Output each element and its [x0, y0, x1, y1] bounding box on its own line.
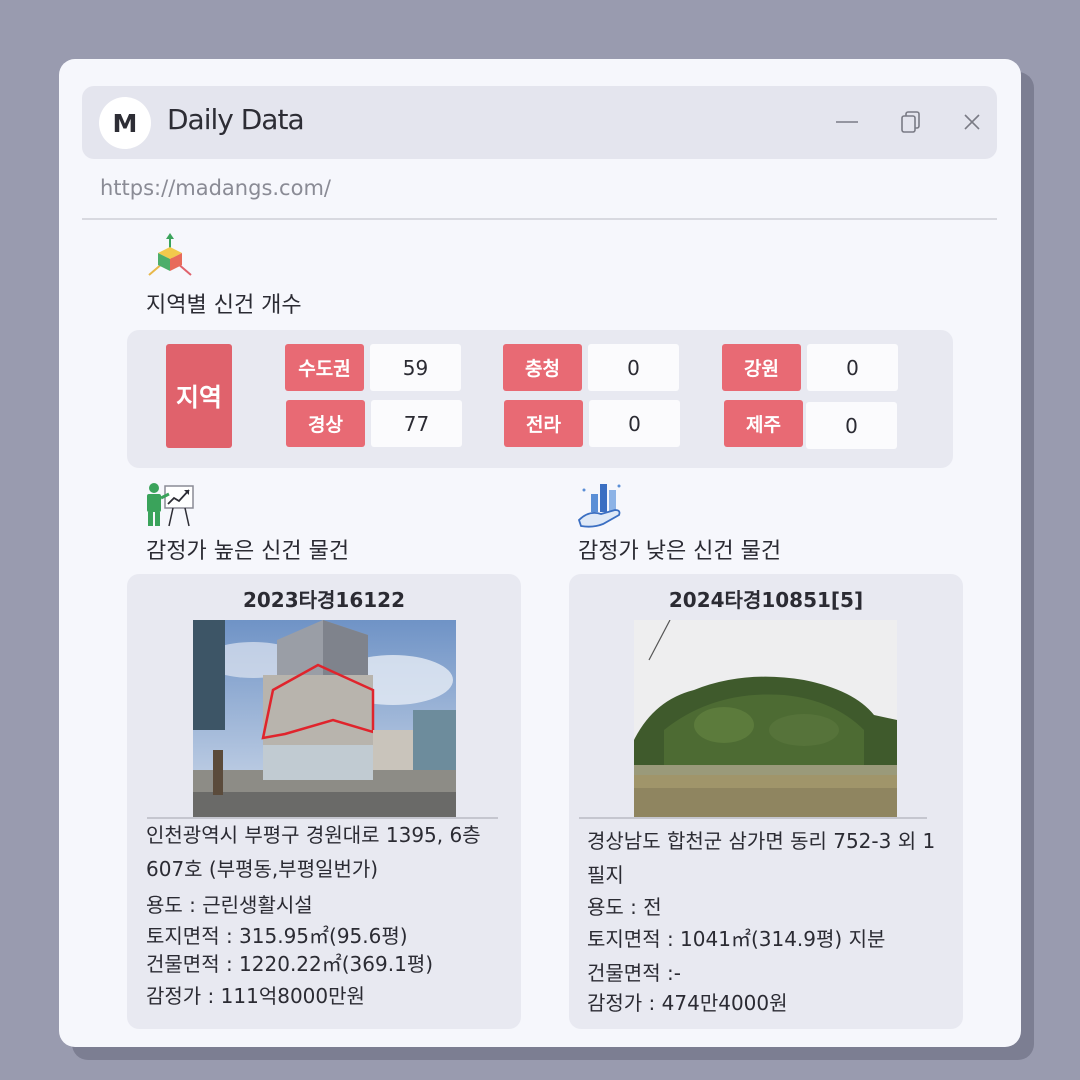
region-section-title: 지역별 신건 개수 [146, 293, 302, 318]
address-line-1: 인천광역시 부평구 경원대로 1395, 6층 [146, 823, 481, 847]
low-section-title: 감정가 낮은 신건 물건 [578, 539, 782, 564]
url-text[interactable]: https://madangs.com/ [100, 176, 331, 200]
high-appraisal-card[interactable]: 2023타경16122 인천광역시 부평구 경원대로 1395, 6층 607호… [127, 574, 521, 1029]
region-value-sudogwon: 59 [370, 344, 461, 391]
app-window: M Daily Data https://madangs.com/ 지역별 신건… [59, 59, 1021, 1047]
region-value-gangwon: 0 [807, 344, 898, 391]
building-area-text: 건물면적 : 1220.22㎡(369.1평) [146, 952, 434, 976]
appraisal-text: 감정가 : 111억8000만원 [146, 984, 365, 1008]
3d-axis-cube-icon [145, 233, 195, 285]
case-number[interactable]: 2023타경16122 [127, 584, 521, 613]
usage-text: 용도 : 전 [587, 895, 662, 919]
region-value-jeju: 0 [806, 402, 897, 449]
divider [579, 817, 927, 819]
title-bar: M Daily Data [82, 86, 997, 159]
region-value-chungcheong: 0 [588, 344, 679, 391]
copy-window-icon[interactable] [895, 106, 927, 138]
divider [82, 218, 997, 220]
region-label-jeolla: 전라 [504, 400, 583, 447]
property-photo [193, 620, 456, 818]
region-label-jeju: 제주 [724, 400, 803, 447]
property-photo [634, 620, 897, 818]
region-label-gangwon: 강원 [722, 344, 801, 391]
hand-bar-chart-icon [575, 480, 625, 532]
region-label-sudogwon: 수도권 [285, 344, 364, 391]
region-main-label: 지역 [166, 344, 232, 448]
building-area-text: 건물면적 :- [587, 961, 681, 985]
appraisal-text: 감정가 : 474만4000원 [587, 991, 788, 1015]
address-line-1: 경상남도 합천군 삼가면 동리 752-3 외 1 [587, 829, 936, 853]
region-value-jeolla: 0 [589, 400, 680, 447]
minimize-icon[interactable] [831, 106, 863, 138]
region-panel: 지역 수도권 59 충청 0 강원 0 경상 77 전라 0 제주 0 [127, 330, 953, 468]
close-icon[interactable] [956, 106, 988, 138]
high-section-title: 감정가 높은 신건 물건 [146, 539, 350, 564]
case-number[interactable]: 2024타경10851[5] [569, 584, 963, 613]
usage-text: 용도 : 근린생활시설 [146, 893, 313, 917]
region-label-chungcheong: 충청 [503, 344, 582, 391]
app-title: Daily Data [167, 103, 305, 136]
presenter-chart-icon [145, 480, 195, 532]
region-value-gyeongsang: 77 [371, 400, 462, 447]
address-line-2: 필지 [587, 863, 624, 887]
land-area-text: 토지면적 : 1041㎡(314.9평) 지분 [587, 927, 886, 951]
address-line-2: 607호 (부평동,부평일번가) [146, 857, 379, 881]
region-label-gyeongsang: 경상 [286, 400, 365, 447]
low-appraisal-card[interactable]: 2024타경10851[5] 경상남도 합천군 삼가면 동리 752-3 외 1… [569, 574, 963, 1029]
app-logo: M [99, 97, 151, 149]
